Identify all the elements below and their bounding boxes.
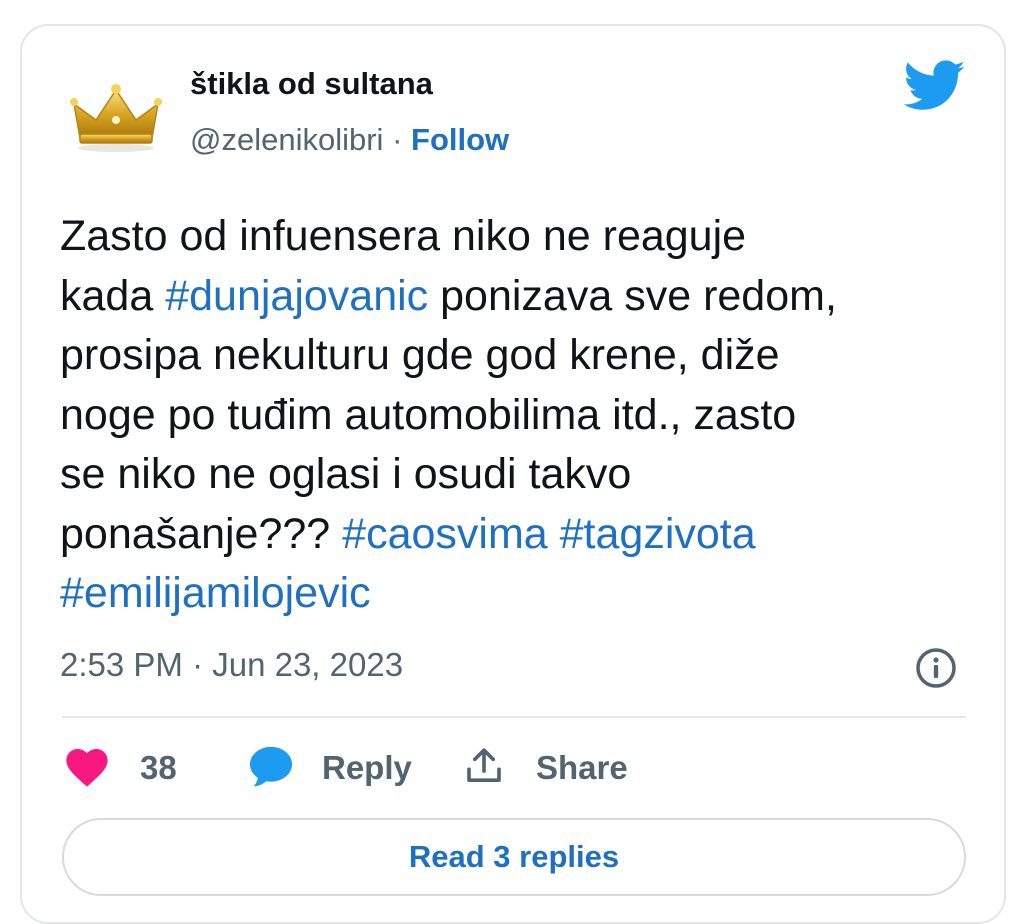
hashtag-link[interactable]: #dunjajovanic: [165, 272, 428, 320]
read-replies-label: Read 3 replies: [408, 839, 620, 874]
tweet-text-line: ponašanje??? #caosvima #tagzivota: [60, 505, 970, 565]
share-button[interactable]: Share: [464, 740, 628, 796]
tweet-text-line: prosipa nekulturu gde god krene, diže: [60, 326, 970, 386]
reply-button[interactable]: Reply: [248, 740, 412, 796]
hashtag-link[interactable]: #caosvima: [342, 510, 548, 558]
like-button[interactable]: 38: [62, 740, 177, 796]
tweet-text-line: Zasto od infuensera niko ne reaguje: [60, 207, 970, 267]
tweet-text-segment: ponizava sve redom,: [428, 271, 837, 320]
hashtag-link[interactable]: #tagzivota: [560, 510, 756, 558]
author-handle-row: @zelenikolibri · Follow: [190, 122, 509, 158]
tweet-timestamp[interactable]: 2:53 PM · Jun 23, 2023: [60, 646, 403, 684]
action-bar: 38 Reply Share: [62, 740, 762, 796]
read-replies-button[interactable]: Read 3 replies: [62, 818, 966, 896]
speech-bubble-icon: [248, 744, 294, 793]
tweet-text-line: se niko ne oglasi i osudi takvo: [60, 445, 970, 505]
like-count: 38: [140, 749, 177, 786]
tweet-text: Zasto od infuensera niko ne reaguje kada …: [60, 207, 970, 624]
follow-button[interactable]: Follow: [411, 122, 509, 157]
author-handle[interactable]: @zelenikolibri: [190, 122, 383, 157]
handle-separator: ·: [392, 122, 403, 157]
twitter-bird-icon[interactable]: [903, 60, 966, 112]
tweet-text-line: noge po tuđim automobilima itd., zasto: [60, 386, 970, 446]
tweet-text-segment: se niko ne oglasi i osudi takvo: [60, 450, 632, 498]
share-upload-icon: [464, 746, 504, 791]
tweet-text-segment: ponašanje???: [60, 509, 343, 558]
author-name[interactable]: štikla od sultana: [190, 66, 433, 102]
hashtag-link[interactable]: #emilijamilojevic: [60, 569, 371, 617]
divider: [62, 716, 966, 718]
heart-icon: [62, 744, 112, 793]
share-label: Share: [536, 749, 628, 786]
info-icon[interactable]: [914, 646, 958, 690]
tweet-text-line: kada #dunjajovanic ponizava sve redom,: [60, 267, 970, 327]
tweet-text-line: #emilijamilojevic: [60, 564, 970, 624]
tweet-text-segment: kada: [60, 271, 166, 320]
tweet-text-segment: Zasto od infuensera niko ne reaguje: [60, 212, 747, 260]
crown-icon[interactable]: [60, 82, 172, 154]
tweet-text-segment: noge po tuđim automobilima itd., zasto: [60, 390, 797, 439]
tweet-text-segment: prosipa nekulturu gde god krene, diže: [60, 331, 780, 379]
tweet-text-segment: [548, 510, 560, 558]
reply-label: Reply: [322, 749, 412, 786]
